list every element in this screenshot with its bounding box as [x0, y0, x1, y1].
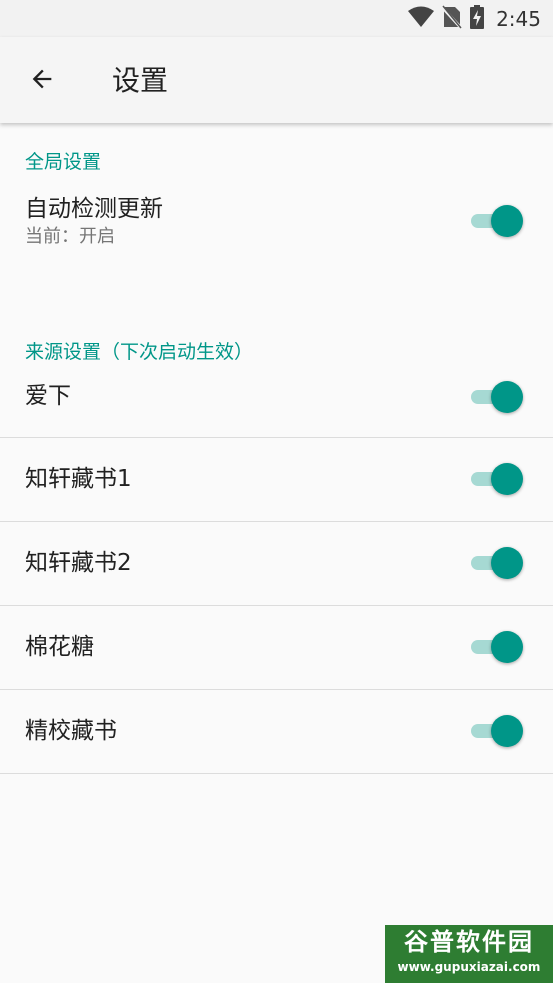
status-time: 2:45 [496, 7, 541, 31]
arrow-back-icon [28, 65, 56, 97]
settings-list: 全局设置 自动检测更新 当前：开启 来源设置（下次启动生效） 爱下知轩藏书1 知轩… [0, 123, 553, 774]
switch-thumb [491, 631, 523, 663]
app-bar: 设置 [0, 37, 553, 123]
switch-thumb [491, 463, 523, 495]
switch-thumb [491, 381, 523, 413]
source-item-title: 棉花糖 [25, 634, 94, 660]
source-item-title: 知轩藏书2 [25, 550, 132, 576]
switch-thumb [491, 547, 523, 579]
source-item[interactable]: 棉花糖 [0, 606, 553, 689]
section-header-sources: 来源设置（下次启动生效） [25, 341, 254, 363]
source-item-switch[interactable] [471, 463, 523, 495]
auto-update-switch[interactable] [471, 205, 523, 237]
status-bar: 2:45 [0, 0, 553, 37]
source-item-switch[interactable] [471, 381, 523, 413]
page-title: 设置 [112, 64, 169, 97]
watermark-logo: 谷普软件园 [404, 928, 534, 956]
divider [0, 773, 553, 774]
status-icons: 2:45 [408, 5, 541, 33]
source-item-title: 爱下 [25, 383, 71, 409]
source-item[interactable]: 知轩藏书1 [0, 438, 553, 521]
section-header-global: 全局设置 [25, 151, 102, 173]
back-button[interactable] [18, 57, 66, 105]
pref-auto-update[interactable]: 自动检测更新 当前：开启 [0, 175, 553, 271]
source-item-switch[interactable] [471, 547, 523, 579]
source-item-title: 精校藏书 [25, 718, 117, 744]
no-sim-icon [440, 5, 464, 33]
source-item[interactable]: 爱下 [0, 365, 553, 437]
source-item[interactable]: 精校藏书 [0, 690, 553, 773]
source-item-title: 知轩藏书1 [25, 466, 132, 492]
watermark: 谷普软件园 www.gupuxiazai.com [385, 925, 553, 983]
source-list: 爱下知轩藏书1 知轩藏书2 棉花糖精校藏书 [0, 365, 553, 774]
switch-thumb [491, 205, 523, 237]
watermark-url: www.gupuxiazai.com [397, 960, 541, 974]
switch-thumb [491, 715, 523, 747]
battery-charging-icon [470, 5, 485, 33]
wifi-icon [408, 6, 435, 32]
source-item-switch[interactable] [471, 631, 523, 663]
source-item-switch[interactable] [471, 715, 523, 747]
source-item[interactable]: 知轩藏书2 [0, 522, 553, 605]
